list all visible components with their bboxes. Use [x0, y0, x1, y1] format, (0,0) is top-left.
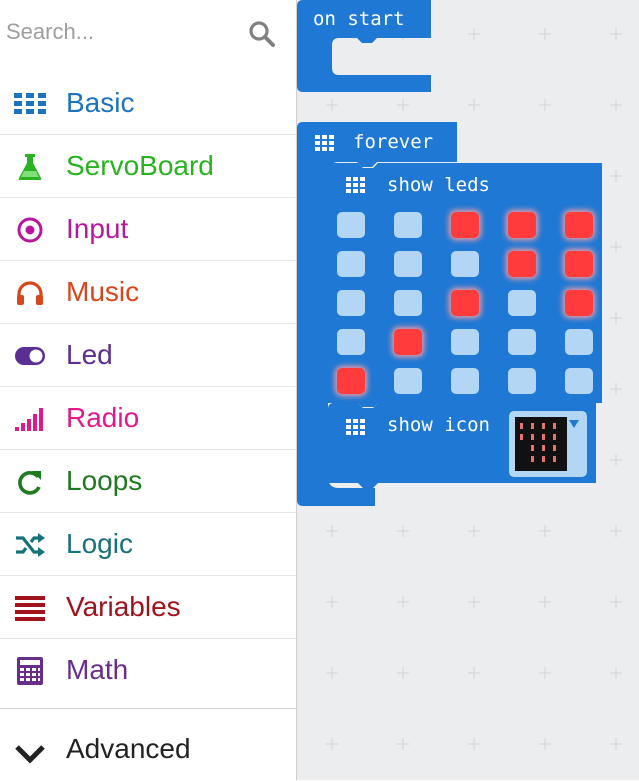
category-advanced[interactable]: Advanced — [0, 718, 296, 781]
led-cell[interactable] — [451, 329, 479, 355]
dropdown-arrow-icon — [569, 420, 579, 428]
toolbox: Basic ServoBoard Input Music Led — [0, 0, 297, 780]
led-cell[interactable] — [394, 290, 422, 316]
block-workspace[interactable]: on start forever show leds show icon — [297, 0, 639, 780]
search-input[interactable] — [6, 16, 236, 48]
category-label: ServoBoard — [66, 150, 214, 181]
category-music[interactable]: Music — [0, 261, 296, 324]
category-label: Logic — [66, 528, 133, 559]
category-input[interactable]: Input — [0, 198, 296, 261]
search-icon[interactable] — [248, 20, 276, 48]
forever-grid-icon — [315, 135, 334, 151]
grid-icon — [14, 93, 46, 114]
led-cell[interactable] — [565, 251, 593, 277]
category-label: Radio — [66, 402, 140, 433]
target-icon — [17, 217, 43, 243]
signal-bars-icon — [15, 408, 43, 431]
icon-dropdown[interactable] — [509, 411, 587, 477]
shuffle-icon — [16, 533, 45, 557]
chevron-down-icon — [15, 745, 45, 764]
refresh-icon — [18, 471, 41, 495]
category-basic[interactable]: Basic — [0, 72, 296, 135]
category-label: Advanced — [66, 733, 191, 764]
led-cell[interactable] — [394, 251, 422, 277]
search-bar — [0, 0, 296, 64]
show-leds-grid-icon — [346, 177, 365, 193]
toolbox-divider — [0, 708, 296, 709]
on-start-label: on start — [313, 8, 405, 30]
led-cell[interactable] — [508, 251, 536, 277]
category-label: Input — [66, 213, 129, 244]
show-leds-label: show leds — [387, 174, 490, 196]
category-label: Music — [66, 276, 140, 307]
led-cell[interactable] — [337, 251, 365, 277]
category-label: Led — [66, 339, 113, 370]
led-cell[interactable] — [337, 290, 365, 316]
led-cell[interactable] — [394, 368, 422, 394]
category-math[interactable]: Math — [0, 639, 296, 702]
category-led[interactable]: Led — [0, 324, 296, 387]
category-label: Variables — [66, 591, 181, 622]
led-cell[interactable] — [508, 290, 536, 316]
led-cell[interactable] — [565, 290, 593, 316]
led-matrix — [337, 212, 597, 398]
category-loops[interactable]: Loops — [0, 450, 296, 513]
led-cell[interactable] — [451, 251, 479, 277]
category-label: Math — [66, 654, 129, 685]
led-cell[interactable] — [337, 368, 365, 394]
led-cell[interactable] — [508, 329, 536, 355]
headphones-icon — [17, 281, 43, 305]
led-cell[interactable] — [451, 368, 479, 394]
category-label: Basic — [66, 87, 135, 118]
icon-preview — [515, 417, 567, 471]
bars-icon — [15, 596, 45, 621]
led-cell[interactable] — [451, 290, 479, 316]
led-cell[interactable] — [337, 212, 365, 238]
calculator-icon — [17, 657, 43, 685]
category-variables[interactable]: Variables — [0, 576, 296, 639]
flask-icon — [18, 154, 42, 180]
forever-label: forever — [353, 131, 434, 153]
led-cell[interactable] — [508, 368, 536, 394]
led-cell[interactable] — [394, 329, 422, 355]
led-cell[interactable] — [451, 212, 479, 238]
led-cell[interactable] — [565, 329, 593, 355]
show-icon-grid-icon — [346, 419, 365, 435]
led-cell[interactable] — [508, 212, 536, 238]
category-servoboard[interactable]: ServoBoard — [0, 135, 296, 198]
led-cell[interactable] — [337, 329, 365, 355]
led-cell[interactable] — [565, 212, 593, 238]
toggle-icon — [15, 347, 45, 365]
category-label: Loops — [66, 465, 143, 496]
show-icon-label: show icon — [387, 414, 490, 436]
category-radio[interactable]: Radio — [0, 387, 296, 450]
led-cell[interactable] — [394, 212, 422, 238]
category-logic[interactable]: Logic — [0, 513, 296, 576]
led-cell[interactable] — [565, 368, 593, 394]
